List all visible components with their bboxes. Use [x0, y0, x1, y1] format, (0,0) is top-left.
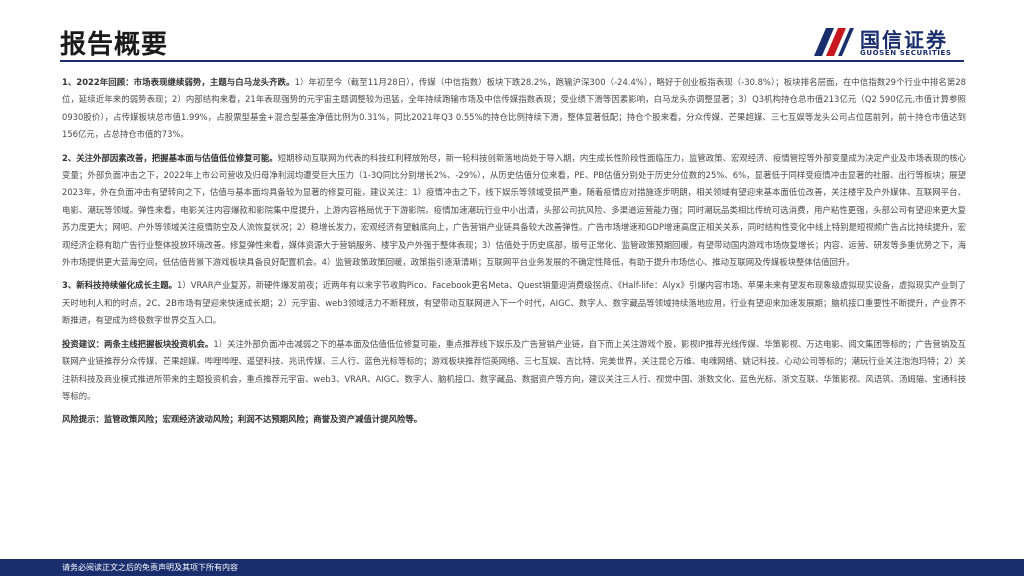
- paragraph-lead: 3、新科技持续催化成长主题。: [62, 280, 178, 291]
- paragraph-risk-warning: 风险提示：监管政策风险；宏观经济波动风险；利润不达预期风险；商誉及资产减值计提风…: [62, 411, 966, 428]
- logo-emblem-icon: [814, 28, 854, 56]
- paragraph-body: 短期移动互联网为代表的科技红利释放殆尽，新一轮科技创新落地尚处于导入期，内生成长…: [62, 152, 966, 268]
- paragraph-external-factors: 2、关注外部因素改善，把握基本面与估值低位修复可能。短期移动互联网为代表的科技红…: [62, 150, 966, 272]
- paragraph-body: 1）VRAR产业复苏，新硬件爆发前夜；近两年有以来字节收购Pico、Facebo…: [62, 280, 966, 326]
- company-logo: 国信证券 GUOSEN SECURITIES: [812, 22, 972, 62]
- paragraph-investment-advice: 投资建议：两条主线把握板块投资机会。1）关注外部负面冲击减弱之下的基本面及估值低…: [62, 336, 966, 406]
- paragraph-lead: 2、关注外部因素改善，把握基本面与估值低位修复可能。: [62, 152, 278, 163]
- paragraph-review: 1、2022年回顾：市场表现继续弱势，主题与白马龙头齐跌。1）年初至今（截至11…: [62, 74, 966, 144]
- summary-content: 1、2022年回顾：市场表现继续弱势，主题与白马龙头齐跌。1）年初至今（截至11…: [62, 74, 966, 435]
- page-footer: 请务必阅读正文之后的免责声明及其项下所有内容: [0, 559, 1024, 576]
- paragraph-lead: 风险提示：监管政策风险；宏观经济波动风险；利润不达预期风险；商誉及资产减值计提风…: [62, 414, 423, 425]
- paragraph-lead: 1、2022年回顾：市场表现继续弱势，主题与白马龙头齐跌。: [62, 77, 295, 87]
- paragraph-lead: 投资建议：两条主线把握板块投资机会。: [62, 338, 214, 349]
- page-title: 报告概要: [60, 30, 169, 60]
- header-divider: [60, 60, 964, 62]
- paragraph-new-tech: 3、新科技持续催化成长主题。1）VRAR产业复苏，新硬件爆发前夜；近两年有以来字…: [62, 277, 966, 329]
- logo-name-en: GUOSEN SECURITIES: [860, 49, 952, 57]
- disclaimer-text: 请务必阅读正文之后的免责声明及其项下所有内容: [62, 563, 238, 572]
